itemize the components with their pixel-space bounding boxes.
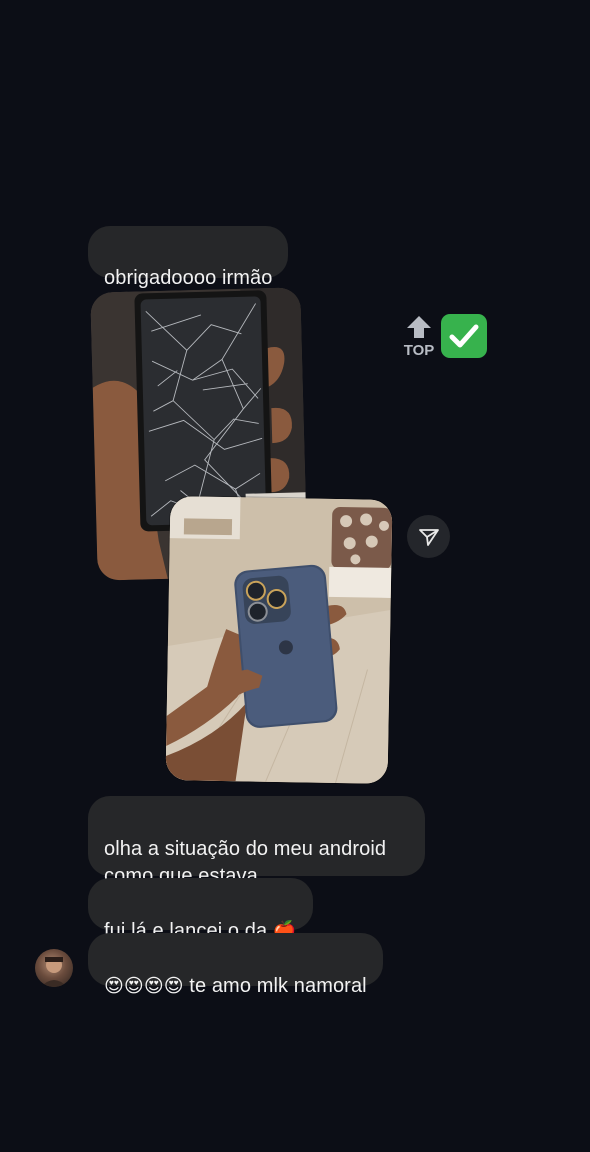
message-bubble-android[interactable]: olha a situação do meu android como que … <box>88 796 425 887</box>
share-button[interactable] <box>407 515 450 558</box>
photo-new-iphone[interactable] <box>165 496 393 784</box>
paper-plane-icon <box>418 528 439 546</box>
new-iphone-illustration <box>165 496 393 784</box>
message-text: te amo mlk namoral <box>183 975 367 997</box>
heart-eyes-icon: 😍😍😍😍 <box>104 975 184 997</box>
check-mark-button-icon <box>441 314 487 358</box>
top-label: TOP <box>404 342 435 358</box>
message-bubble-thanks[interactable]: obrigadoooo irmão <box>88 226 289 289</box>
message-text: obrigadoooo irmão <box>104 267 273 289</box>
user-avatar[interactable] <box>35 949 73 987</box>
top-arrow-icon: TOP <box>400 314 438 359</box>
message-bubble-apple[interactable]: fui lá e lancei o da 🍎 <box>88 878 313 942</box>
message-bubble-love[interactable]: 😍😍😍😍 te amo mlk namoral <box>88 933 383 997</box>
